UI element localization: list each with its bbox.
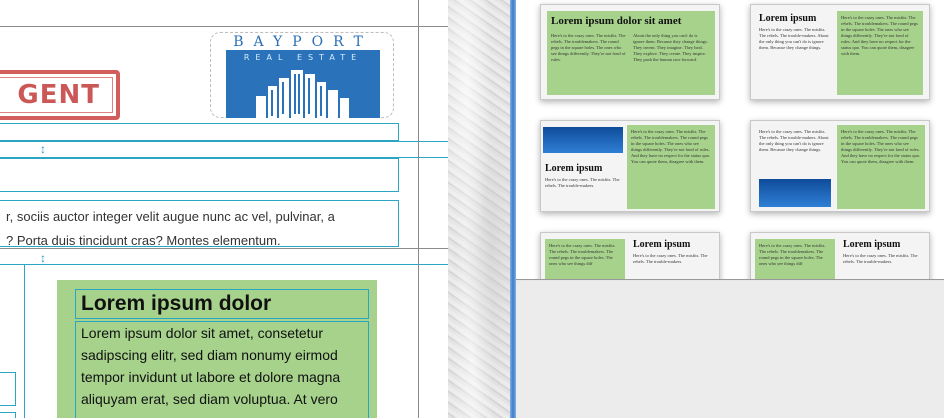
logo-panel: REAL ESTATE <box>226 50 380 118</box>
logo-tagline: REAL ESTATE <box>243 53 363 62</box>
thumb-text: Here's to the crazy ones. The misfits. T… <box>759 27 829 50</box>
thumb-green-text: Here's to the crazy ones. The misfits. T… <box>631 129 711 164</box>
column-guide <box>24 265 25 418</box>
body-line-1: r, sociis auctor integer velit augue nun… <box>6 209 335 224</box>
desktop-texture <box>448 0 510 418</box>
thumb-column-text: About the only thing you can't do is ign… <box>633 33 708 62</box>
body-line-2: ? Porta duis tincidunt cras? Montes elem… <box>6 233 281 248</box>
skyline-icon <box>256 70 349 118</box>
page-edge-line <box>418 0 419 418</box>
template-thumbnail[interactable]: Lorem ipsum Here's to the crazy ones. Th… <box>750 4 930 100</box>
side-frame[interactable] <box>0 372 16 406</box>
page-margin-line <box>0 26 448 27</box>
body-text: r, sociis auctor integer velit augue nun… <box>0 205 398 253</box>
separator-line <box>0 248 448 249</box>
template-thumbnail[interactable]: Here's to the crazy ones. The misfits. T… <box>750 232 930 279</box>
logo-brand-text: BAYPORT <box>226 34 380 50</box>
green-body-text: Lorem ipsum dolor sit amet, consetetur s… <box>81 325 341 407</box>
thumb-image <box>759 179 831 207</box>
resize-handle-icon[interactable]: ↕ <box>40 143 46 155</box>
bayport-logo[interactable]: BAYPORT REAL ESTATE <box>226 34 380 118</box>
template-thumbnail[interactable]: Here's to the crazy ones. The misfits. T… <box>540 232 720 279</box>
template-thumbnail[interactable]: Lorem ipsum Here's to the crazy ones. Th… <box>540 120 720 212</box>
document-canvas[interactable]: GENT BAYPORT REAL ESTATE ↕ r, sociis auc… <box>0 0 448 418</box>
empty-pane-area <box>516 281 944 418</box>
template-thumbnail[interactable]: Lorem ipsum dolor sit amet Here's to the… <box>540 4 720 100</box>
stamp-text: GENT <box>17 80 100 110</box>
side-frame[interactable] <box>0 412 16 418</box>
thumb-green-text: Here's to the crazy ones. The misfits. T… <box>841 15 918 56</box>
thumb-text: Here's to the crazy ones. The misfits. T… <box>843 253 918 264</box>
thumb-green-text: Here's to the crazy ones. The misfits. T… <box>841 129 921 164</box>
resize-handle-icon[interactable]: ↕ <box>40 252 46 264</box>
thumb-title: Lorem ipsum <box>545 163 603 174</box>
thumb-title: Lorem ipsum <box>843 239 901 250</box>
thumb-text: Here's to the crazy ones. The misfits. T… <box>545 177 620 188</box>
thumb-green-text: Here's to the crazy ones. The misfits. T… <box>759 243 826 266</box>
thumb-text: Here's to the crazy ones. The misfits. T… <box>759 129 829 152</box>
template-chooser[interactable]: Lorem ipsum dolor sit amet Here's to the… <box>516 0 944 280</box>
thumb-title: Lorem ipsum <box>759 13 817 24</box>
thumb-green-text: Here's to the crazy ones. The misfits. T… <box>549 243 616 266</box>
thumb-image <box>543 127 623 153</box>
template-thumbnail[interactable]: Here's to the crazy ones. The misfits. T… <box>750 120 930 212</box>
thumb-title: Lorem ipsum <box>633 239 691 250</box>
thumb-column-text: Here's to the crazy ones. The misfits. T… <box>551 33 626 62</box>
green-title: Lorem ipsum dolor <box>81 292 272 315</box>
agent-stamp-image[interactable]: GENT <box>0 70 120 120</box>
spacer-frame[interactable] <box>0 141 448 158</box>
header-text-frame[interactable] <box>0 123 399 141</box>
thumb-title: Lorem ipsum dolor sit amet <box>551 15 682 27</box>
empty-text-frame[interactable] <box>0 158 399 192</box>
thumb-text: Here's to the crazy ones. The misfits. T… <box>633 253 708 264</box>
column-guide <box>0 264 448 265</box>
